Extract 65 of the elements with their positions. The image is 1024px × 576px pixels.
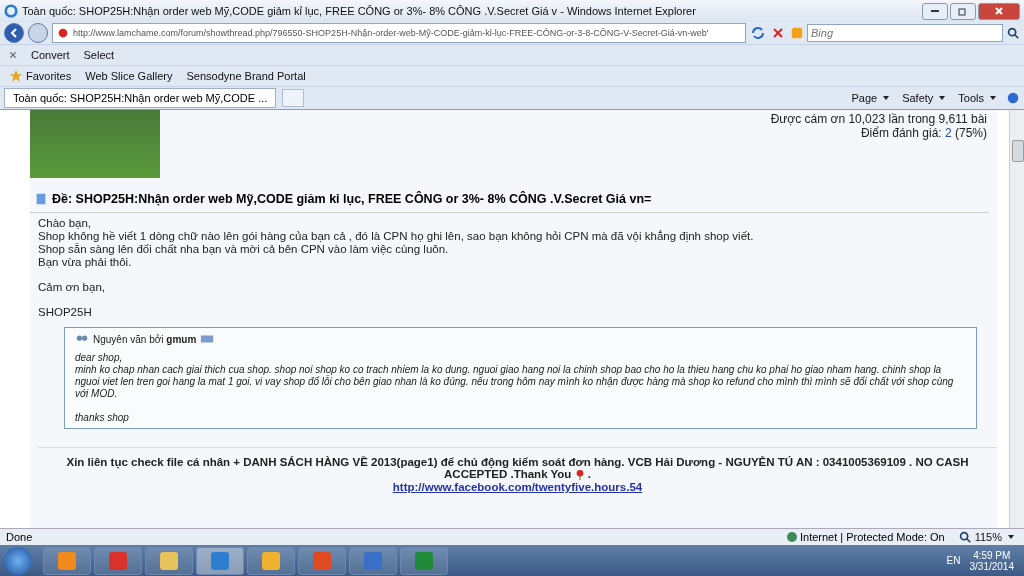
taskbar-app[interactable] xyxy=(43,546,91,575)
site-icon xyxy=(56,26,70,40)
post-title: Đề: SHOP25H:Nhận order web Mỹ,CODE giảm kỉ lục, FREE CÔNG or 3%- 8% CÔNG .V.Secret Giá vn= xyxy=(52,192,652,206)
taskbar-app[interactable] xyxy=(94,546,142,575)
search-icon[interactable] xyxy=(1006,26,1020,40)
post-text: Shop sẵn sàng lên đối chất nha bạn và mời cả bên CPN vào làm việc cùng luôn. xyxy=(38,243,450,256)
quote-author: Nguyên văn bởi gmum xyxy=(93,333,197,345)
thanks-count: Được cám ơn 10,023 lần trong 9,611 bài xyxy=(770,112,987,126)
star-icon xyxy=(9,69,23,83)
scrollbar[interactable] xyxy=(1009,110,1024,528)
zoom-button[interactable]: 115% xyxy=(954,529,1018,545)
forward-button[interactable] xyxy=(28,23,48,43)
magnifier-icon xyxy=(957,530,972,544)
rating-text: Điểm đánh giá: 2 (75%) xyxy=(860,126,987,140)
taskbar-app[interactable] xyxy=(400,546,448,575)
quote-text: thanks shop xyxy=(75,412,130,424)
caret-icon xyxy=(989,94,997,102)
rose-icon xyxy=(574,468,585,481)
address-field[interactable]: http://www.lamchame.com/forum/showthread.php/796550-SHOP25H-Nhận-order-web-Mỹ-CODE-giảm-kỉ-lục-FREE-CÔNG-or-3-8-CÔNG-V-Secret-Giá-vn-web' xyxy=(52,23,746,43)
favorites-button[interactable]: Favorites xyxy=(6,68,75,84)
post-text: Shop không hề viết 1 dòng chữ nào lên gói hàng của bạn cả , đó là CPN họ ghi lên, sao bạn không hỏi CPN mà đã vội khẳng định shop viết. xyxy=(38,230,755,243)
taskbar-app[interactable] xyxy=(196,546,244,575)
taskbar-app[interactable] xyxy=(349,546,397,575)
search-engine-icon xyxy=(790,26,804,40)
close-button[interactable] xyxy=(978,2,1020,20)
window-title: Toàn quốc: SHOP25H:Nhận order web Mỹ,CODE giảm kỉ lục, FREE CÔNG or 3%- 8% CÔNG .V.Secret Giá v - Windows Internet Explorer xyxy=(22,5,697,17)
toolbar-menu[interactable]: Tools xyxy=(955,91,1000,105)
new-tab-button[interactable] xyxy=(282,89,305,107)
back-button[interactable] xyxy=(4,23,24,43)
post-text: Chào bạn, xyxy=(38,217,93,230)
toolbar-menu[interactable]: Safety xyxy=(899,91,950,105)
status-text: Done xyxy=(6,531,33,543)
document-icon xyxy=(34,192,48,206)
quote-text: minh ko chap nhan cach giai thich cua shop. shop noi shop ko co trach nhiem la ko dung. nguoi giao hang noi la chinh shop bao cho ho la thieu hang chu ko phai ho giao nham hang. chinh shop la nguoi viet len tren goi hang la mat 1 goi. vi vay shop đổ lỗi cho bên giao nhan là ko đúng. nếu trong hôm nay mình ko nhận được hàng mà shop ko refund cho mình thì mình sẽ đổi chất với shop cùng với MOD. xyxy=(75,364,955,400)
toolbar-button[interactable]: Select xyxy=(80,48,118,62)
facebook-link[interactable]: http://www.facebook.com/twentyfive.hours.54 xyxy=(392,480,643,493)
security-zone: Internet | Protected Mode: On xyxy=(786,531,945,543)
toolbar-button[interactable]: Convert xyxy=(28,48,73,62)
caret-icon xyxy=(938,94,947,102)
caret-icon xyxy=(1007,533,1015,541)
refresh-icon[interactable] xyxy=(750,25,766,41)
rating-link[interactable]: 2 xyxy=(944,126,952,140)
taskbar-app[interactable] xyxy=(145,546,193,575)
post-text: SHOP25H xyxy=(38,306,93,319)
start-button[interactable] xyxy=(4,546,32,575)
favorite-link[interactable]: Web Slice Gallery xyxy=(82,69,176,83)
taskbar-app[interactable] xyxy=(298,546,346,575)
help-icon[interactable] xyxy=(1006,91,1020,105)
browser-tab[interactable]: Toàn quốc: SHOP25H:Nhận order web Mỹ,CODE ... xyxy=(4,88,277,108)
post-text: Cảm ơn bạn, xyxy=(38,281,106,294)
close-icon xyxy=(994,6,1004,16)
caret-icon xyxy=(882,94,891,102)
minimize-button[interactable] xyxy=(922,2,948,20)
minimize-icon xyxy=(931,10,939,12)
favorite-link[interactable]: Sensodyne Brand Portal xyxy=(183,69,309,83)
signature-text: Xin liên tục check file cá nhân + DANH SÁCH HÀNG VỀ 2013(page1) để chủ động kiểm soát đơn hàng. VCB Hải Dương - NGUYỄN TÚ AN : 0341005369109 . NO CASH ACCEPTED .Thank You . xyxy=(65,456,970,481)
post-text: Bạn vừa phải thôi. xyxy=(38,256,133,269)
browser-icon xyxy=(4,4,18,18)
quote-text: dear shop, xyxy=(75,352,124,364)
toolbar-menu[interactable]: Page xyxy=(848,91,894,105)
search-field[interactable]: Bing xyxy=(807,24,1003,42)
restore-icon xyxy=(958,6,968,16)
taskbar-app[interactable] xyxy=(247,546,295,575)
language-indicator[interactable]: EN xyxy=(946,555,961,566)
clock[interactable]: 4:59 PM 3/31/2014 xyxy=(963,549,1020,572)
